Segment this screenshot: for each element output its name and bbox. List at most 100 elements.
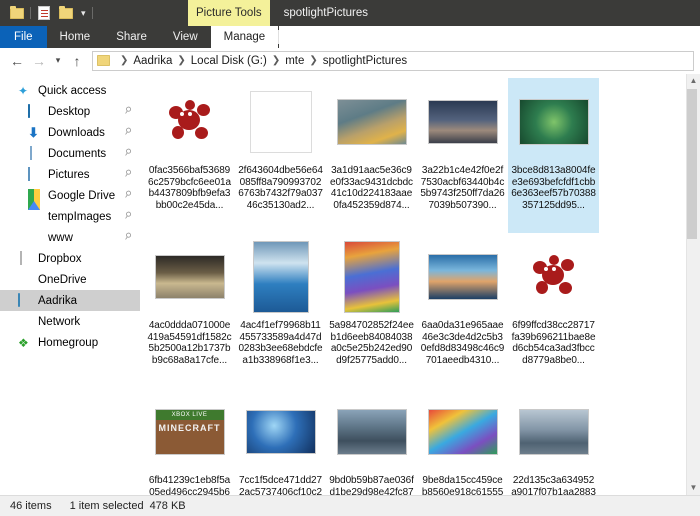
properties-icon[interactable]: [36, 5, 52, 21]
breadcrumb-separator-3[interactable]: ❯: [309, 55, 317, 66]
sidebar-item-dropbox[interactable]: Dropbox: [0, 248, 140, 269]
tab-home[interactable]: Home: [47, 26, 104, 48]
sidebar-item-downloads[interactable]: ⬇ Downloads ⚲: [0, 122, 140, 143]
breadcrumb-separator-2[interactable]: ❯: [272, 55, 280, 66]
file-tile[interactable]: 9bd0b59b87ae036fd1be29d98e42fc87ee9b096f…: [326, 388, 417, 495]
breadcrumb-item-2[interactable]: mte: [285, 55, 304, 67]
file-name-label: 7cc1f5dce471dd272ac5737406cf10c2c3d1d712…: [239, 475, 322, 495]
selection-count-label: 1 item selected: [69, 500, 144, 512]
sidebar-item-onedrive[interactable]: OneDrive: [0, 269, 140, 290]
pin-icon[interactable]: ⚲: [122, 125, 135, 139]
sidebar-item-aadrika[interactable]: Aadrika: [0, 290, 140, 311]
sidebar-item-label: Documents: [48, 147, 107, 160]
picture-icon: [28, 166, 42, 182]
pin-icon[interactable]: ⚲: [122, 188, 135, 202]
sidebar-item-www[interactable]: www ⚲: [0, 227, 140, 248]
file-tile[interactable]: 5a984702852f24eeb1d6eeb84084038a0c5e25b2…: [326, 233, 417, 388]
folder-icon[interactable]: [9, 5, 25, 21]
arrow-right-icon[interactable]: →: [28, 54, 50, 68]
sidebar-item-label: Google Drive: [48, 189, 116, 202]
file-thumbnail-image: [245, 410, 316, 454]
file-thumbnail: XBOX LIVE MINECRAFT: [152, 394, 228, 470]
file-thumbnail-image: [336, 99, 407, 145]
file-thumbnail: [516, 394, 592, 470]
customize-arrow-icon[interactable]: ▾: [81, 8, 86, 18]
chevron-up-icon[interactable]: ▲: [690, 74, 698, 88]
tab-share[interactable]: Share: [103, 26, 160, 48]
file-thumbnail-image: [518, 409, 589, 455]
sidebar-item-tempimages[interactable]: tempImages ⚲: [0, 206, 140, 227]
breadcrumb[interactable]: ❯ Aadrika ❯ Local Disk (G:) ❯ mte ❯ spot…: [92, 50, 694, 71]
breadcrumb-separator-1[interactable]: ❯: [177, 55, 185, 66]
sidebar-item-homegroup[interactable]: ❖ Homegroup: [0, 332, 140, 353]
file-name-label: 4ac4f1ef79968b11455733589a4d47d0283b3ee6…: [238, 320, 323, 366]
file-tile[interactable]: 4ac4f1ef79968b11455733589a4d47d0283b3ee6…: [235, 233, 326, 388]
file-tile[interactable]: XBOX LIVE MINECRAFT 6fb41239c1eb8f5a05ed49…: [144, 388, 235, 495]
pin-icon[interactable]: ⚲: [122, 146, 135, 160]
file-tile[interactable]: 6aa0da31e965aae46e3c3de4d2c5b30efd8d8349…: [417, 233, 508, 388]
arrow-left-icon[interactable]: ←: [6, 54, 28, 68]
file-tile[interactable]: 7cc1f5dce471dd272ac5737406cf10c2c3d1d712…: [235, 388, 326, 495]
sidebar-item-label: OneDrive: [38, 273, 87, 286]
file-tile[interactable]: 22d135c3a634952a9017f07b1aa28835fc6b10de…: [508, 388, 599, 495]
pin-icon[interactable]: ⚲: [122, 209, 135, 223]
file-thumbnail: [243, 394, 319, 470]
breadcrumb-item-1[interactable]: Local Disk (G:): [191, 55, 267, 67]
pin-icon[interactable]: ⚲: [122, 230, 135, 244]
document-icon: [28, 145, 42, 161]
chevron-down-icon[interactable]: ▾: [50, 55, 66, 66]
sidebar-item-pictures[interactable]: Pictures ⚲: [0, 164, 140, 185]
breadcrumb-item-0[interactable]: Aadrika: [133, 55, 172, 67]
file-name-label: 6aa0da31e965aae46e3c3de4d2c5b30efd8d8349…: [420, 320, 505, 366]
this-pc-icon: [18, 292, 32, 308]
file-thumbnail-image: [427, 254, 498, 300]
sidebar-item-google-drive[interactable]: Google Drive ⚲: [0, 185, 140, 210]
sidebar-item-documents[interactable]: Documents ⚲: [0, 143, 140, 164]
arrow-up-icon[interactable]: ↑: [66, 54, 88, 68]
star-icon: ✦: [18, 83, 29, 98]
tab-view[interactable]: View: [160, 26, 211, 48]
desktop-icon: [28, 103, 42, 119]
file-tile-selected[interactable]: 3bce8d813a8004fee3e693befcfdf1cbb6e363ee…: [508, 78, 599, 233]
file-thumbnail-image: [154, 255, 225, 299]
file-tile[interactable]: 4ac0ddda071000e419a54591df1582c5b2500a12…: [144, 233, 235, 388]
scrollbar-track[interactable]: [687, 88, 700, 481]
breadcrumb-item-3[interactable]: spotlightPictures: [323, 55, 407, 67]
ribbon-tab-bar: File Home Share View Manage: [0, 26, 700, 48]
chevron-down-icon[interactable]: ▼: [690, 481, 698, 495]
sidebar-item-label: Downloads: [48, 126, 105, 139]
file-explorer-window: ▾ Picture Tools spotlightPictures File H…: [0, 0, 700, 516]
file-tile[interactable]: 2f643604dbe56e64085ff8a7909937026763b743…: [235, 78, 326, 233]
toolbar-divider: [30, 7, 31, 19]
file-tile[interactable]: 3a22b1c4e42f0e2f7530acbf63440b4c5b9743f2…: [417, 78, 508, 233]
dropbox-icon: [18, 250, 32, 266]
folder-icon: [28, 210, 42, 224]
file-name-label: 3a22b1c4e42f0e2f7530acbf63440b4c5b9743f2…: [420, 165, 505, 211]
breadcrumb-separator-0[interactable]: ❯: [120, 55, 128, 66]
sidebar-item-network[interactable]: Network: [0, 311, 140, 332]
file-thumbnail-image: [427, 100, 498, 144]
file-grid: 0fac3566baf536896c2579bcfc6ee01ab4437809…: [144, 78, 684, 495]
file-name-label: 6fb41239c1eb8f5a05ed496cc2945b6b05e90f22…: [148, 475, 231, 495]
sidebar-item-desktop[interactable]: Desktop ⚲: [0, 101, 140, 122]
sidebar-item-label: Homegroup: [38, 336, 99, 349]
file-name-label: 22d135c3a634952a9017f07b1aa28835fc6b10de…: [511, 475, 596, 495]
pin-icon[interactable]: ⚲: [122, 167, 135, 181]
pin-icon[interactable]: ⚲: [122, 104, 135, 118]
sidebar-item-quick-access[interactable]: ✦ Quick access: [0, 80, 140, 101]
file-tile[interactable]: 9be8da15cc459ceb8560e918c615551b158f0348…: [417, 388, 508, 495]
vertical-scrollbar[interactable]: ▲ ▼: [686, 74, 700, 495]
file-tile[interactable]: 3a1d91aac5e36c9e0f33ac9431dcbdc41c10d224…: [326, 78, 417, 233]
sidebar-item-label: Network: [38, 315, 81, 328]
new-folder-icon[interactable]: [58, 5, 74, 21]
tab-file[interactable]: File: [0, 26, 47, 48]
sidebar-item-label: www: [48, 231, 73, 244]
scrollbar-thumb[interactable]: [687, 89, 697, 239]
file-thumbnail-image: [343, 241, 400, 313]
file-thumbnail-image: [336, 409, 407, 455]
file-tile[interactable]: 0fac3566baf536896c2579bcfc6ee01ab4437809…: [144, 78, 235, 233]
file-thumbnail: [334, 394, 410, 470]
tab-manage[interactable]: Manage: [210, 26, 279, 48]
file-tile[interactable]: 6f99ffcd38cc28717fa39b696211bae8ed6cb54c…: [508, 233, 599, 388]
file-list-pane: 0fac3566baf536896c2579bcfc6ee01ab4437809…: [140, 74, 700, 495]
